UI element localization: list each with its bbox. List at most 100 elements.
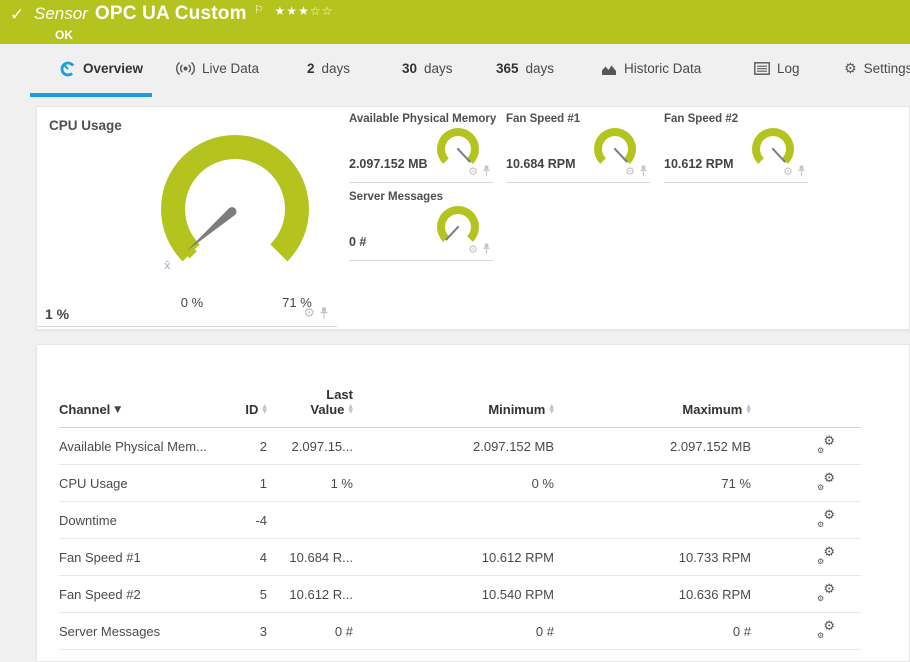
gauge-needle xyxy=(444,225,460,241)
stars-filled[interactable]: ★★★ xyxy=(275,4,310,18)
gauge-needle xyxy=(771,147,787,163)
table-row: Available Physical Mem... 2 2.097.15... … xyxy=(59,427,861,465)
fan2-current-value: 10.612 RPM xyxy=(664,157,734,171)
tab-settings-label: Settings xyxy=(863,61,910,76)
tab-30-days[interactable]: 30 days xyxy=(398,44,457,97)
memory-panel-tools: ⚙ xyxy=(468,165,491,177)
panel-gear-icon[interactable]: ⚙ xyxy=(783,166,793,177)
channel-settings-gears-icon[interactable]: ⚙ ⚙ xyxy=(817,508,835,529)
server-panel-tools: ⚙ xyxy=(468,243,491,255)
tab-2-days[interactable]: 2 days xyxy=(303,44,354,97)
sort-icon: ▲ ▼ xyxy=(746,402,751,415)
cell-channel: Fan Speed #2 xyxy=(59,575,239,613)
pin-icon[interactable] xyxy=(797,165,806,177)
check-icon: ✓ xyxy=(10,5,25,25)
tab-historic-data-label: Historic Data xyxy=(624,61,702,76)
cell-maximum xyxy=(554,501,751,539)
tab-365-days[interactable]: 365 days xyxy=(492,44,558,97)
table-row: Fan Speed #2 5 10.612 R... 10.540 RPM 10… xyxy=(59,575,861,613)
tab-historic-data[interactable]: Historic Data xyxy=(597,44,705,97)
fan1-panel-title: Fan Speed #1 xyxy=(506,113,581,125)
cell-maximum: 10.636 RPM xyxy=(554,575,751,613)
tab-log[interactable]: Log xyxy=(750,44,804,97)
pin-icon[interactable] xyxy=(482,165,491,177)
cell-id: 1 xyxy=(239,464,267,502)
gear-icon: ⚙ xyxy=(844,60,857,77)
tab-live-data[interactable]: Live Data xyxy=(172,44,263,97)
panel-gear-icon[interactable]: ⚙ xyxy=(468,244,478,255)
channel-settings-gears-icon[interactable]: ⚙ ⚙ xyxy=(817,434,835,455)
sensor-type-label: Sensor xyxy=(34,4,88,23)
table-header-row: Channel ▼ ID ▲ ▼ Last Value ▲ ▼ Minimum … xyxy=(59,383,861,428)
memory-current-value: 2.097.152 MB xyxy=(349,157,428,171)
cell-minimum: 10.612 RPM xyxy=(353,538,554,576)
priority-stars[interactable]: ★★★☆☆ xyxy=(275,4,334,18)
gauges-card: CPU Usage x̄ 0 % 71 % 1 % ⚙ Available Ph… xyxy=(36,106,910,330)
gauge-needle xyxy=(613,147,629,163)
sensor-title-block: Sensor OPC UA Custom ⚐ ★★★☆☆ OK xyxy=(34,3,333,42)
cpu-current-value: 1 % xyxy=(45,306,70,322)
channels-card: Channel ▼ ID ▲ ▼ Last Value ▲ ▼ Minimum … xyxy=(36,344,910,662)
table-row: Fan Speed #1 4 10.684 R... 10.612 RPM 10… xyxy=(59,538,861,576)
channel-settings-gears-icon[interactable]: ⚙ ⚙ xyxy=(817,545,835,566)
cell-channel: Fan Speed #1 xyxy=(59,538,239,576)
cell-last-value: 2.097.15... xyxy=(267,427,353,465)
cell-channel: Server Messages xyxy=(59,612,239,650)
tab-log-label: Log xyxy=(777,61,800,76)
cell-minimum: 2.097.152 MB xyxy=(353,427,554,465)
flag-icon[interactable]: ⚐ xyxy=(254,3,264,16)
cell-minimum: 0 # xyxy=(353,612,554,650)
panel-gear-icon[interactable]: ⚙ xyxy=(625,166,635,177)
channel-settings-gears-icon[interactable]: ⚙ ⚙ xyxy=(817,471,835,492)
pin-icon[interactable] xyxy=(639,165,648,177)
mean-marker: x̄ xyxy=(164,259,171,272)
last-value-header-line2: Value xyxy=(310,402,345,417)
id-header-label: ID xyxy=(245,402,259,417)
gauge-needle xyxy=(456,147,472,163)
sort-icon: ▲ ▼ xyxy=(549,402,554,415)
cell-maximum: 71 % xyxy=(554,464,751,502)
maximum-header-label: Maximum xyxy=(682,402,743,417)
channel-settings-gears-icon[interactable]: ⚙ ⚙ xyxy=(817,619,835,640)
sort-desc-icon: ▼ xyxy=(114,404,122,415)
cell-channel: CPU Usage xyxy=(59,464,239,502)
table-row: CPU Usage 1 1 % 0 % 71 % ⚙ ⚙ xyxy=(59,464,861,502)
gauge-needle xyxy=(186,207,237,251)
tab-30-days-number: 30 xyxy=(402,61,418,76)
column-header-id[interactable]: ID ▲ ▼ xyxy=(239,383,267,428)
tab-overview-label: Overview xyxy=(83,61,144,76)
tab-2-days-label: days xyxy=(321,61,351,76)
tab-365-days-number: 365 xyxy=(496,61,519,76)
sort-icon: ▲ ▼ xyxy=(262,402,267,415)
cpu-panel-tools: ⚙ xyxy=(303,307,329,320)
cell-id: 4 xyxy=(239,538,267,576)
panel-gear-icon[interactable]: ⚙ xyxy=(303,307,315,320)
tab-settings[interactable]: ⚙ Settings xyxy=(840,44,910,97)
cell-channel: Downtime xyxy=(59,501,239,539)
panel-fan-speed-2: Fan Speed #2 10.612 RPM ⚙ xyxy=(664,113,808,183)
cell-last-value: 1 % xyxy=(267,464,353,502)
column-header-maximum[interactable]: Maximum ▲ ▼ xyxy=(554,383,751,428)
cell-id: 5 xyxy=(239,575,267,613)
pin-icon[interactable] xyxy=(482,243,491,255)
page-title: OPC UA Custom xyxy=(94,3,247,24)
column-header-last-value[interactable]: Last Value ▲ ▼ xyxy=(267,383,353,428)
gauge-icon xyxy=(60,61,76,76)
tab-bar: Overview Live Data 2 days 30 days 365 da… xyxy=(0,44,910,97)
column-header-minimum[interactable]: Minimum ▲ ▼ xyxy=(353,383,554,428)
cell-last-value: 0 # xyxy=(267,612,353,650)
panel-gear-icon[interactable]: ⚙ xyxy=(468,166,478,177)
channel-settings-gears-icon[interactable]: ⚙ ⚙ xyxy=(817,582,835,603)
fan1-panel-tools: ⚙ xyxy=(625,165,648,177)
stars-empty[interactable]: ☆☆ xyxy=(310,4,334,18)
sort-icon: ▲ ▼ xyxy=(348,402,353,415)
fan1-current-value: 10.684 RPM xyxy=(506,157,576,171)
tab-overview[interactable]: Overview xyxy=(30,44,152,97)
channel-header-label: Channel xyxy=(59,402,111,417)
column-header-channel[interactable]: Channel ▼ xyxy=(59,383,239,428)
cell-last-value: 10.612 R... xyxy=(267,575,353,613)
cell-id: 3 xyxy=(239,612,267,650)
area-chart-icon xyxy=(602,65,616,75)
pin-icon[interactable] xyxy=(319,307,329,320)
channels-table: Channel ▼ ID ▲ ▼ Last Value ▲ ▼ Minimum … xyxy=(59,383,861,650)
